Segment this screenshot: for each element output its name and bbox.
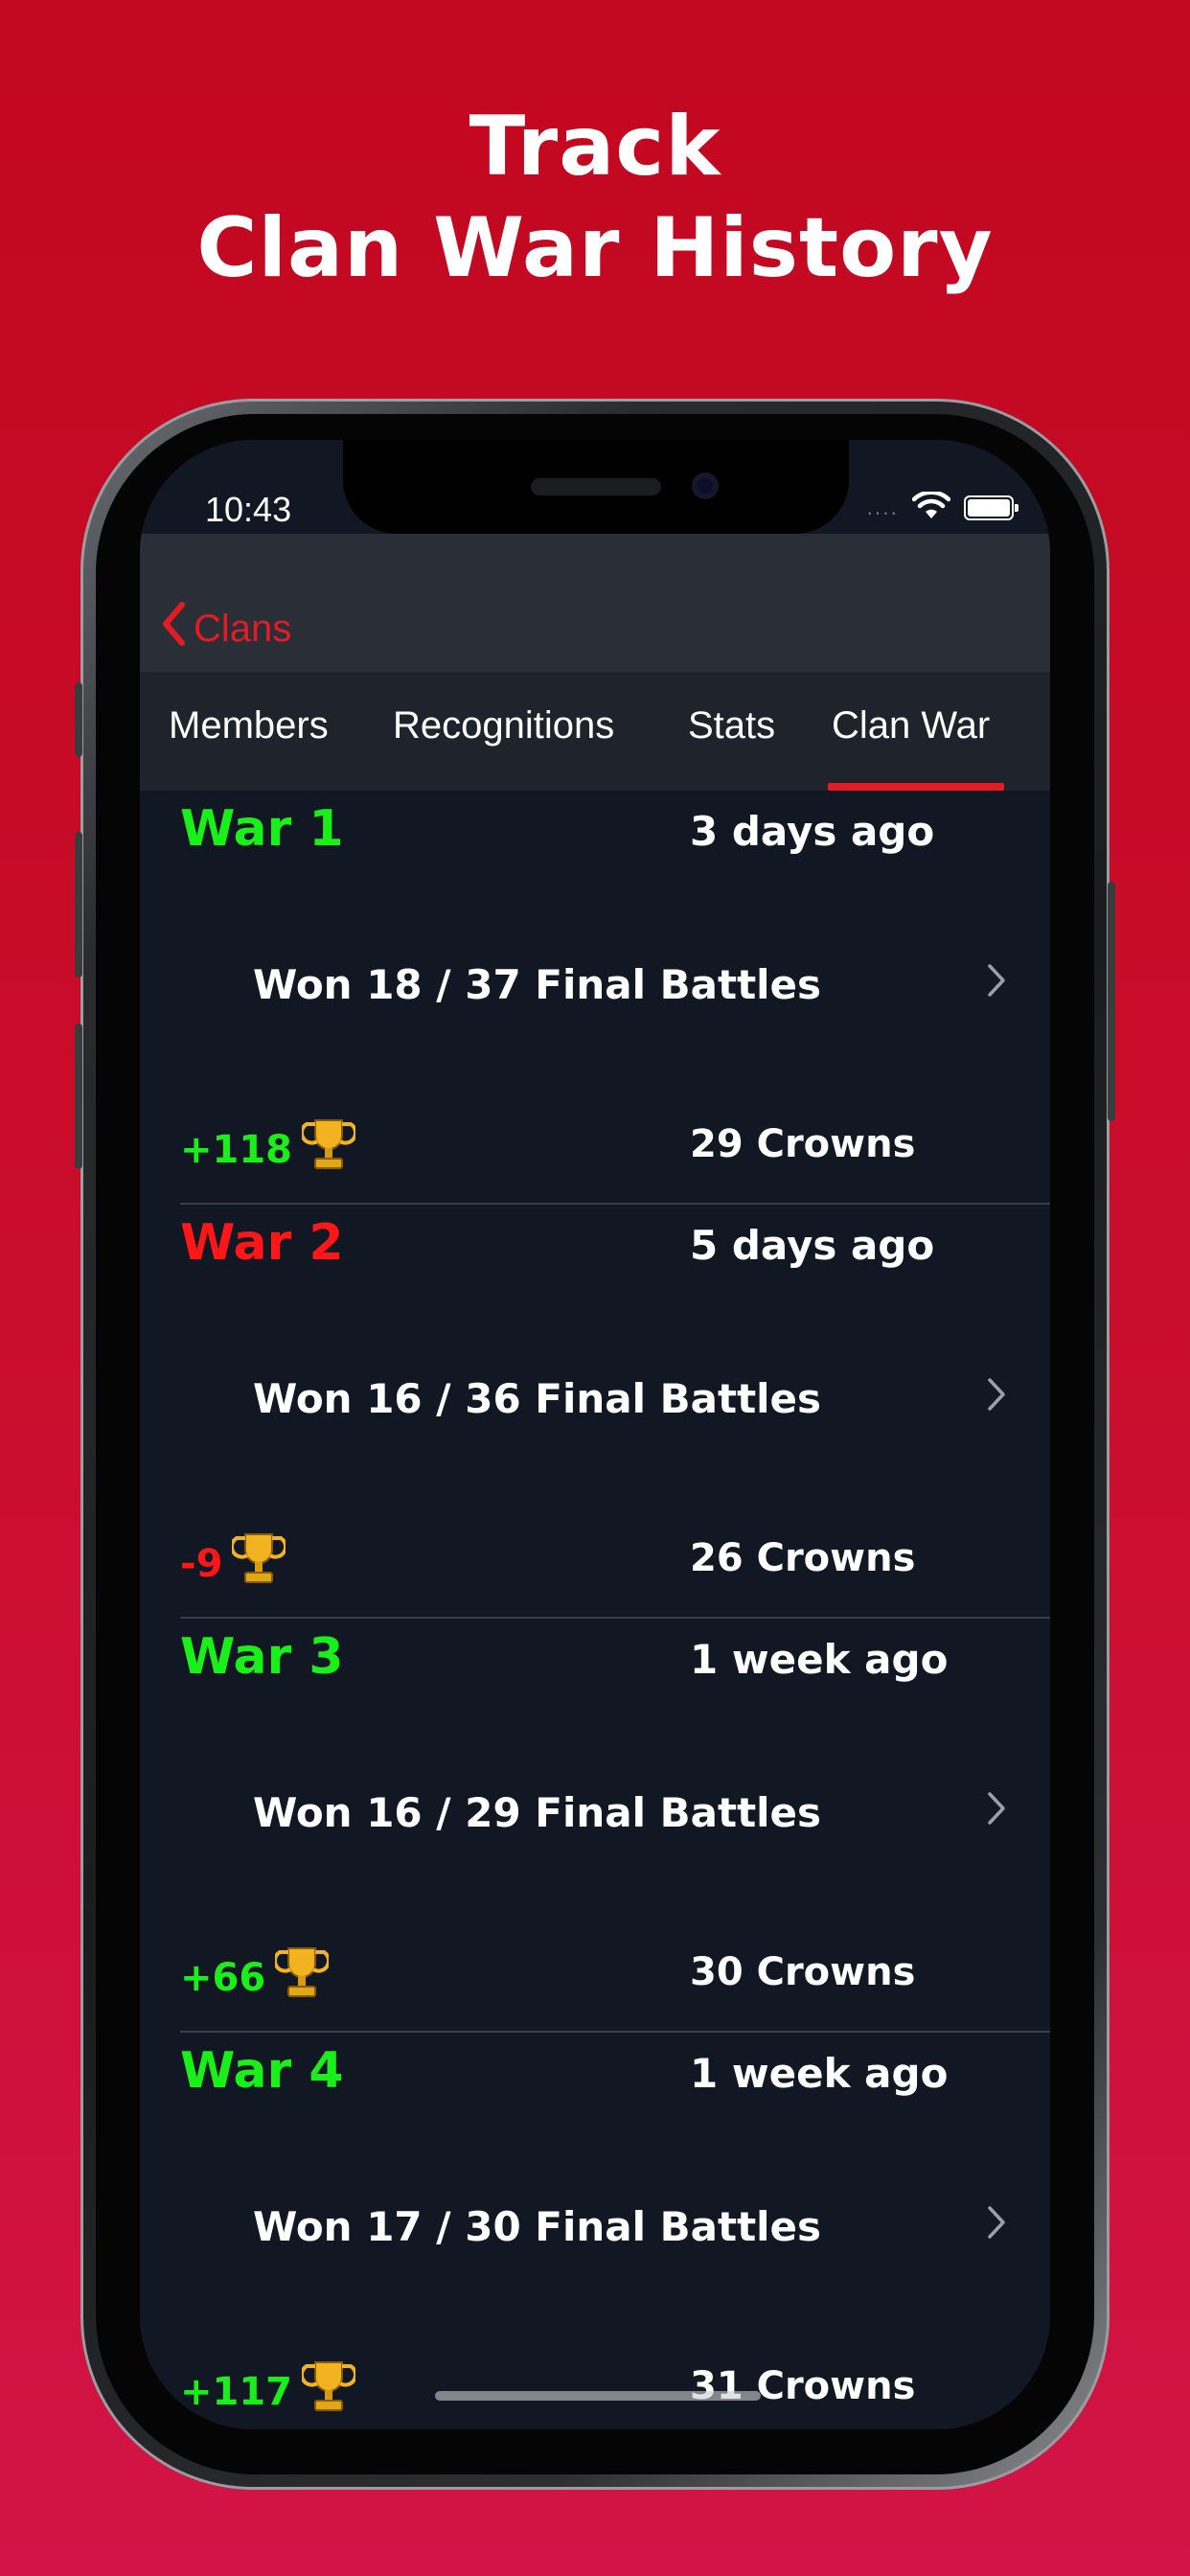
war-result: Won 18 / 37 Final Battles <box>253 961 822 1008</box>
war-date: 1 week ago <box>690 2050 949 2097</box>
status-time: 10:43 <box>205 490 292 529</box>
promo-headline: Track Clan War History <box>0 96 1190 299</box>
trophy-delta: +117 <box>180 2370 293 2414</box>
signal-icon: .... <box>866 496 899 519</box>
war-history-list: War 1 3 days ago Won 18 / 37 Final Battl… <box>140 791 1050 2429</box>
tab-bar: Members Recognitions Stats Clan War <box>140 672 1050 791</box>
war-result: Won 16 / 36 Final Battles <box>253 1375 822 1422</box>
phone-screen: 10:43 .... Clans Members Recognitions St… <box>140 440 1050 2429</box>
war-result: Won 17 / 30 Final Battles <box>253 2203 822 2250</box>
war-title: War 3 <box>180 1628 344 1686</box>
phone-power-button <box>1108 882 1115 1121</box>
phone-volume-down <box>75 1024 82 1169</box>
earpiece-speaker <box>531 478 661 495</box>
war-row[interactable]: War 4 1 week ago Won 17 / 30 Final Battl… <box>180 2033 1050 2429</box>
headline-line-1: Track <box>469 99 721 195</box>
war-date: 3 days ago <box>690 808 935 855</box>
trophy-change: -9 <box>180 1530 288 1598</box>
tab-clan-war[interactable]: Clan War <box>832 704 990 748</box>
trophy-icon <box>299 1116 358 1184</box>
war-crowns: 31 Crowns <box>690 2364 916 2408</box>
chevron-left-icon <box>161 601 186 656</box>
tab-members[interactable]: Members <box>169 704 329 748</box>
tab-selection-indicator <box>828 783 1004 791</box>
front-camera <box>692 472 719 499</box>
back-button[interactable]: Clans <box>161 601 291 656</box>
trophy-change: +117 <box>180 2358 358 2426</box>
trophy-delta: -9 <box>180 1542 223 1586</box>
back-label: Clans <box>194 607 292 650</box>
chevron-right-icon <box>987 1791 1006 1829</box>
trophy-change: +118 <box>180 1116 358 1184</box>
war-result: Won 16 / 29 Final Battles <box>253 1789 822 1836</box>
headline-line-2: Clan War History <box>196 200 994 296</box>
trophy-icon <box>230 1530 288 1598</box>
phone-silent-switch <box>75 682 82 757</box>
notch <box>343 440 849 534</box>
tab-stats[interactable]: Stats <box>688 704 775 748</box>
war-date: 5 days ago <box>690 1222 935 1269</box>
chevron-right-icon <box>987 963 1006 1001</box>
war-title: War 2 <box>180 1214 344 1272</box>
wifi-icon <box>911 490 951 524</box>
phone-volume-up <box>75 832 82 978</box>
war-row[interactable]: War 3 1 week ago Won 16 / 29 Final Battl… <box>180 1619 1050 2033</box>
tab-recognitions[interactable]: Recognitions <box>393 704 614 748</box>
war-crowns: 29 Crowns <box>690 1122 916 1166</box>
war-title: War 1 <box>180 800 344 858</box>
war-row[interactable]: War 2 5 days ago Won 16 / 36 Final Battl… <box>180 1205 1050 1619</box>
trophy-change: +66 <box>180 1944 332 2012</box>
chevron-right-icon <box>987 2205 1006 2243</box>
war-row[interactable]: War 1 3 days ago Won 18 / 37 Final Battl… <box>180 791 1050 1205</box>
trophy-icon <box>273 1944 332 2012</box>
home-indicator[interactable] <box>435 2391 761 2401</box>
status-icons: .... <box>866 490 1018 524</box>
war-crowns: 26 Crowns <box>690 1536 916 1580</box>
battery-icon <box>964 495 1018 520</box>
war-crowns: 30 Crowns <box>690 1950 916 1994</box>
war-title: War 4 <box>180 2042 344 2100</box>
trophy-delta: +118 <box>180 1128 293 1172</box>
trophy-delta: +66 <box>180 1956 266 2000</box>
war-date: 1 week ago <box>690 1636 949 1683</box>
chevron-right-icon <box>987 1377 1006 1415</box>
trophy-icon <box>299 2358 358 2426</box>
